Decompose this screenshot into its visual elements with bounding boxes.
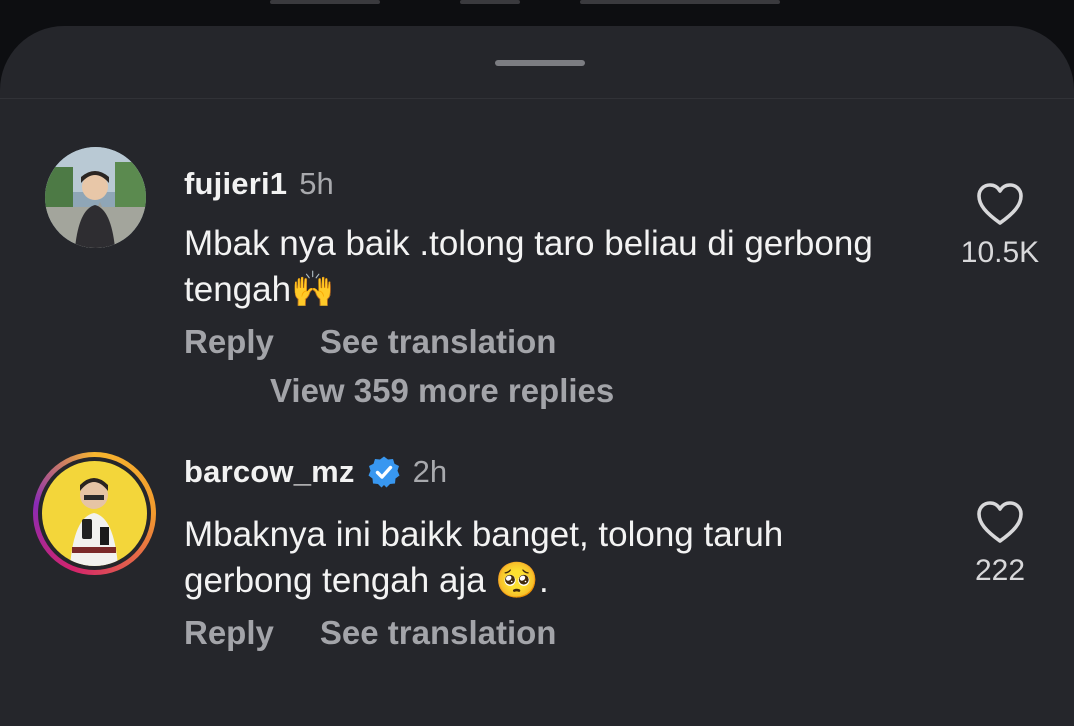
see-translation-button[interactable]: See translation — [320, 323, 557, 361]
reply-button[interactable]: Reply — [184, 323, 274, 361]
comment-text: Mbaknya ini baikk banget, tolong taruh g… — [184, 515, 784, 600]
verified-badge-icon — [368, 456, 400, 488]
username[interactable]: fujieri1 — [184, 166, 287, 202]
comments-bottom-sheet: fujieri1 5h Mbak nya baik .tolong taro b… — [0, 26, 1074, 726]
username[interactable]: barcow_mz — [184, 454, 355, 490]
view-more-replies-button[interactable]: View 359 more replies — [270, 372, 614, 410]
like-control: 222 — [956, 500, 1044, 588]
drag-handle[interactable] — [495, 60, 585, 66]
see-translation-button[interactable]: See translation — [320, 614, 557, 652]
like-count: 222 — [974, 554, 1026, 587]
comment-text: Mbak nya baik .tolong taro beliau di ger… — [184, 224, 873, 309]
like-control: 10.5K — [956, 182, 1044, 270]
heart-outline-icon[interactable] — [976, 182, 1024, 226]
like-count: 10.5K — [960, 236, 1040, 269]
background-thumbnail — [270, 0, 380, 4]
divider — [0, 98, 1074, 99]
reply-button[interactable]: Reply — [184, 614, 274, 652]
avatar-image — [45, 147, 146, 248]
story-ring[interactable] — [33, 452, 156, 575]
avatar[interactable] — [45, 147, 146, 248]
timestamp: 5h — [299, 166, 334, 201]
heart-outline-icon[interactable] — [976, 500, 1024, 544]
avatar — [42, 461, 147, 566]
background-thumbnail — [580, 0, 780, 4]
avatar-image — [42, 461, 147, 566]
background-thumbnail — [460, 0, 520, 4]
timestamp: 2h — [412, 454, 448, 489]
